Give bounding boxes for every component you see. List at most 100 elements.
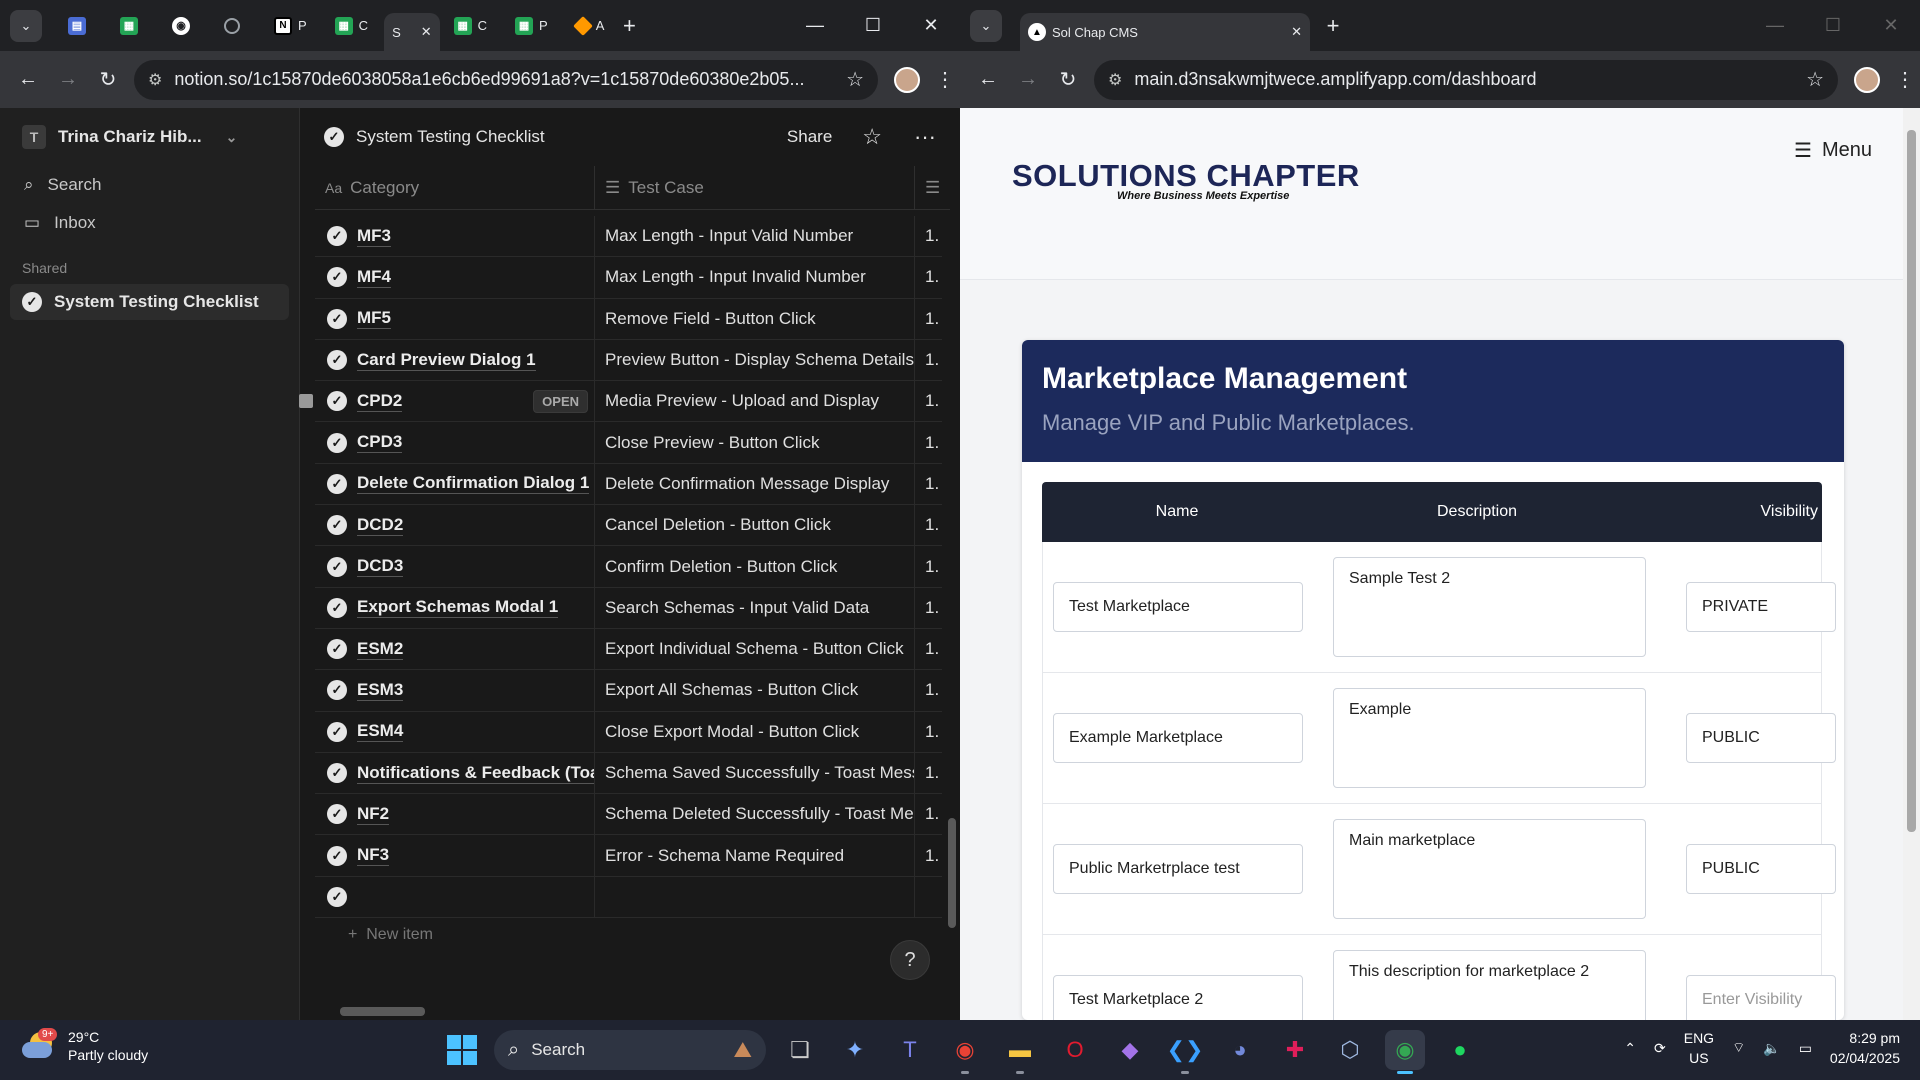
bookmark-star-icon[interactable]: ☆ (846, 67, 864, 92)
category-cell[interactable]: ✓ MF4 (315, 257, 595, 298)
name-input[interactable]: Test Marketplace 2 (1053, 975, 1303, 1020)
wifi-icon[interactable]: ⌔ (1732, 1039, 1745, 1057)
browser-menu-icon[interactable]: ⋮ (930, 67, 960, 92)
battery-icon[interactable]: ▭ (1799, 1040, 1812, 1057)
opera-icon[interactable]: O (1055, 1030, 1095, 1070)
category-cell[interactable]: ✓ Notifications & Feedback (Toas (315, 752, 595, 794)
menu-button[interactable]: ☰ Menu (1794, 138, 1872, 163)
test-case-cell[interactable]: Media Preview - Upload and Display (595, 381, 915, 422)
url-text[interactable]: main.d3nsakwmjtwece.amplifyapp.com/dashb… (1134, 69, 1794, 90)
table-row[interactable]: ✓ (315, 876, 942, 919)
tab-sheets-1[interactable]: ▦ (112, 9, 146, 43)
address-bar[interactable]: ⚙ main.d3nsakwmjtwece.amplifyapp.com/das… (1094, 59, 1838, 100)
reload-icon[interactable]: ↻ (1048, 60, 1088, 100)
browser-menu-icon[interactable]: ⋮ (1890, 67, 1920, 92)
category-cell[interactable]: ✓ ESM3 (315, 670, 595, 711)
category-cell[interactable]: ✓ ESM2 (315, 628, 595, 670)
name-input[interactable]: Test Marketplace (1053, 582, 1303, 632)
table-row[interactable]: ✓ ESM2 Export Individual Schema - Button C… (315, 628, 942, 671)
extra-cell[interactable]: 1. (915, 299, 942, 339)
tab-sol-chap-cms[interactable]: ▲ Sol Chap CMS ✕ (1020, 13, 1310, 51)
test-case-cell[interactable]: Max Length - Input Invalid Number (595, 257, 915, 298)
category-cell[interactable]: ✓ NF2 (315, 794, 595, 835)
tab-globe[interactable] (216, 9, 248, 43)
table-row[interactable]: ✓ NF2 Schema Deleted Successfully - Toast … (315, 794, 942, 836)
table-row[interactable]: ✓ Notifications & Feedback (Toas Schema Sa… (315, 752, 942, 795)
extra-cell[interactable]: 1. (915, 670, 942, 710)
test-case-cell[interactable]: Cancel Deletion - Button Click (595, 505, 915, 546)
page-title[interactable]: System Testing Checklist (356, 127, 775, 147)
description-textarea[interactable]: Sample Test 2 (1333, 557, 1646, 657)
extra-cell[interactable]: 1. (915, 464, 942, 504)
table-row[interactable]: ✓ MF5 Remove Field - Button Click 1. (315, 298, 942, 340)
vscode-icon[interactable]: ❮❯ (1165, 1030, 1205, 1074)
weather-widget[interactable]: 9+ 29°C Partly cloudy (22, 1028, 148, 1064)
visibility-input[interactable]: PUBLIC (1686, 713, 1836, 763)
taskbar-search[interactable]: ⌕ Search ⛰ (494, 1030, 766, 1070)
tab-aws[interactable]: A (568, 9, 613, 43)
chrome-profile-icon[interactable]: ◉ (1385, 1030, 1425, 1074)
virtualbox-icon[interactable]: ⬡ (1330, 1030, 1370, 1070)
visibility-input[interactable]: PRIVATE (1686, 582, 1836, 632)
test-case-cell[interactable]: Close Preview - Button Click (595, 422, 915, 463)
test-case-cell[interactable]: Delete Confirmation Message Display (595, 463, 915, 505)
column-header-category[interactable]: Aa Category (315, 166, 595, 209)
name-input[interactable]: Public Marketrplace test (1053, 844, 1303, 894)
table-row[interactable]: ✓ DCD2 Cancel Deletion - Button Click 1. (315, 505, 942, 547)
table-row[interactable]: ✓ ESM4 Close Export Modal - Button Click 1. (315, 711, 942, 753)
file-explorer-stack-icon[interactable]: ❏ (780, 1030, 820, 1070)
extra-cell[interactable]: 1. (915, 257, 942, 297)
solutions-chapter-logo[interactable]: SOLUTIONS CHAPTER Where Business Meets E… (1012, 158, 1360, 202)
test-case-cell[interactable]: Search Schemas - Input Valid Data (595, 587, 915, 628)
minimize-icon[interactable]: — (786, 0, 844, 51)
language-indicator[interactable]: ENG US (1684, 1028, 1714, 1068)
name-input[interactable]: Example Marketplace (1053, 713, 1303, 763)
sidebar-page-system-testing[interactable]: ✓ System Testing Checklist (10, 284, 289, 320)
tab-forms[interactable]: ▤ (60, 9, 94, 43)
table-row[interactable]: ✓ ESM3 Export All Schemas - Button Click 1. (315, 670, 942, 712)
test-case-cell[interactable]: Schema Saved Successfully - Toast Mess (595, 752, 915, 794)
table-row[interactable]: ✓ Delete Confirmation Dialog 1 Delete Conf… (315, 463, 942, 506)
close-window-icon[interactable]: ✕ (902, 0, 960, 51)
visibility-input[interactable]: Enter Visibility (1686, 975, 1836, 1020)
help-button[interactable]: ? (890, 940, 930, 980)
new-tab-icon[interactable]: + (612, 13, 646, 39)
volume-icon[interactable]: 🔈 (1763, 1040, 1780, 1057)
table-row[interactable]: ✓ MF3 Max Length - Input Valid Number 1. (315, 216, 942, 258)
category-cell[interactable]: ✓ CPD3 (315, 422, 595, 463)
scrollbar-thumb[interactable] (948, 818, 956, 928)
column-header-more[interactable]: ☰ (915, 166, 950, 209)
category-cell[interactable]: ✓ Delete Confirmation Dialog 1 (315, 463, 595, 505)
extra-cell[interactable]: 1. (915, 216, 942, 256)
new-item-button[interactable]: + New item (348, 926, 433, 944)
test-case-cell[interactable]: Schema Deleted Successfully - Toast Me (595, 794, 915, 835)
category-cell[interactable]: ✓ MF3 (315, 216, 595, 257)
category-cell[interactable]: ✓ ESM4 (315, 711, 595, 752)
description-textarea[interactable]: Example (1333, 688, 1646, 788)
table-row[interactable]: ✓ DCD3 Confirm Deletion - Button Click 1. (315, 546, 942, 588)
start-button[interactable] (447, 1035, 477, 1065)
sync-icon[interactable]: ⟳ (1654, 1040, 1666, 1057)
tab-search-button[interactable]: ⌄ (10, 9, 42, 42)
shared-section-header[interactable]: Shared (0, 242, 299, 284)
folder-icon[interactable]: ▬ (1000, 1030, 1040, 1074)
back-icon[interactable]: ← (968, 60, 1008, 100)
visual-studio-icon[interactable]: ◆ (1110, 1030, 1150, 1070)
tab-search-button[interactable]: ⌄ (970, 9, 1002, 42)
favorite-star-icon[interactable]: ☆ (862, 124, 882, 150)
table-row[interactable]: ✓ Card Preview Dialog 1 Preview Button - D… (315, 339, 942, 382)
profile-avatar[interactable] (894, 66, 920, 93)
test-case-cell[interactable] (595, 876, 915, 918)
more-options-icon[interactable]: ··· (914, 124, 936, 150)
test-case-cell[interactable]: Preview Button - Display Schema Details (595, 339, 915, 381)
discord-icon[interactable]: ◕ (1220, 1030, 1260, 1070)
test-case-cell[interactable]: Export All Schemas - Button Click (595, 670, 915, 711)
test-case-cell[interactable]: Confirm Deletion - Button Click (595, 546, 915, 587)
table-row[interactable]: ✓ CPD2 OPEN Media Preview - Upload and Disp… (299, 381, 942, 423)
category-cell[interactable]: ✓ Card Preview Dialog 1 (315, 339, 595, 381)
maximize-icon[interactable]: ☐ (1804, 0, 1862, 51)
chrome-icon[interactable]: ◉ (945, 1030, 985, 1074)
table-row[interactable]: ✓ NF3 Error - Schema Name Required 1. (315, 835, 942, 877)
slack-icon[interactable]: ✚ (1275, 1030, 1315, 1070)
table-row[interactable]: ✓ CPD3 Close Preview - Button Click 1. (315, 422, 942, 464)
